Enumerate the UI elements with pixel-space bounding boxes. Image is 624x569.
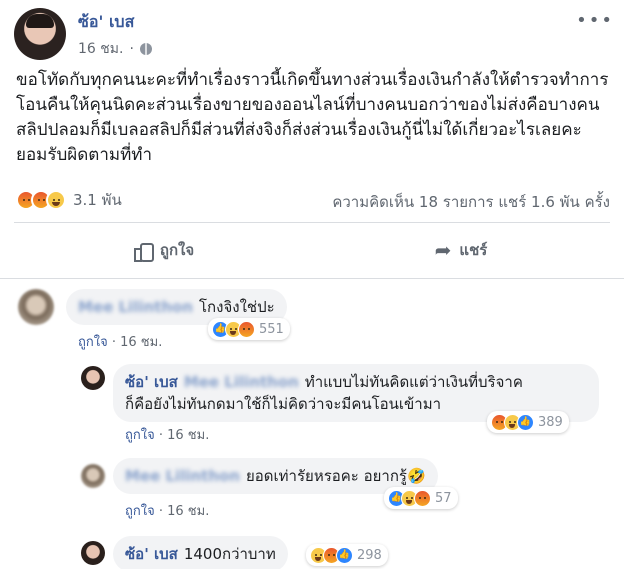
commenter-name[interactable]: Mee Lilinthon	[125, 467, 240, 485]
more-icon[interactable]: •••	[576, 10, 614, 31]
commenter-avatar[interactable]	[18, 289, 54, 325]
tagged-user[interactable]: Mee Lilinthon	[184, 373, 299, 391]
globe-icon	[139, 43, 152, 55]
post-stats[interactable]: ความคิดเห็น 18 รายการ แชร์ 1.6 พัน ครั้ง	[332, 190, 610, 214]
share-button[interactable]: ➦ แชร์	[312, 230, 610, 270]
like-label: ถูกใจ	[159, 241, 195, 259]
post-meta: 16 ชม. ·	[78, 38, 152, 60]
commenter-name[interactable]: Mee Lilinthon	[78, 298, 193, 316]
thumbs-up-icon	[132, 240, 154, 262]
commenter-name[interactable]: ซ้อ' เบส	[125, 545, 178, 563]
comment-reactions[interactable]: 👍 551	[208, 318, 290, 340]
divider	[0, 278, 624, 279]
post-reactions[interactable]: 3.1 พัน	[16, 190, 122, 210]
post-author[interactable]: ซ้อ' เบส	[78, 10, 134, 35]
comment-like-link[interactable]: ถูกใจ	[78, 335, 108, 350]
like-reaction-icon: 👍	[336, 546, 353, 564]
comment-actions: ถูกใจ · 16 ชม.	[125, 428, 210, 443]
commenter-avatar[interactable]	[81, 464, 105, 488]
comment-reactions[interactable]: 👍 389	[487, 411, 569, 433]
comment-text: โกงจิงใช่ปะ	[199, 298, 275, 316]
haha-reaction-icon	[46, 190, 66, 210]
commenter-name[interactable]: ซ้อ' เบส	[125, 373, 178, 391]
share-icon: ➦	[434, 238, 452, 262]
divider	[14, 222, 610, 223]
like-button[interactable]: ถูกใจ	[14, 230, 312, 270]
post-time[interactable]: 16 ชม.	[78, 38, 123, 60]
commenter-avatar[interactable]	[81, 541, 105, 565]
reaction-count: 389	[538, 414, 563, 430]
comment-text-line: ทำแบบไม่ทันคิดแต่ว่าเงินที่บริจาค	[304, 373, 523, 391]
comment-actions: ถูกใจ · 16 ชม.	[78, 335, 163, 350]
commenter-avatar[interactable]	[81, 366, 105, 390]
comment-reactions[interactable]: 👍 57	[384, 487, 458, 509]
reaction-count[interactable]: 3.1 พัน	[73, 188, 122, 212]
like-reaction-icon: 👍	[517, 413, 534, 431]
comment-time[interactable]: 16 ชม.	[167, 428, 209, 443]
reaction-count: 298	[357, 547, 382, 563]
comment-actions: ถูกใจ · 16 ชม.	[125, 504, 210, 519]
comment-like-link[interactable]: ถูกใจ	[125, 504, 155, 519]
comment-text-line: ก็คือยังไม่ทันกดมาใช้ก็ไม่คิดว่าจะมีคนโอ…	[125, 395, 442, 413]
comment-text: 1400กว่าบาท	[183, 545, 276, 563]
facebook-post: ซ้อ' เบส 16 ชม. · ••• ขอโทัดกับทุกคนนะคะ…	[0, 0, 624, 569]
comment-time[interactable]: 16 ชม.	[120, 335, 162, 350]
comment-like-link[interactable]: ถูกใจ	[125, 428, 155, 443]
reaction-count: 57	[435, 490, 452, 506]
reaction-count: 551	[259, 321, 284, 337]
comment-reactions[interactable]: 👍 298	[306, 544, 388, 566]
comment-time[interactable]: 16 ชม.	[167, 504, 209, 519]
post-actions: ถูกใจ ➦ แชร์	[14, 230, 610, 270]
author-avatar[interactable]	[14, 8, 66, 60]
angry-reaction-icon	[414, 489, 431, 507]
post-text: ขอโทัดกับทุกคนนะคะที่ทำเรื่องราวนี้เกิดข…	[16, 70, 609, 165]
share-label: แชร์	[459, 241, 488, 259]
angry-reaction-icon	[238, 320, 255, 338]
comment-bubble: ซ้อ' เบส 1400กว่าบาท	[113, 536, 288, 569]
comment-text: ยอดเท่ารัยหรอคะ อยากรู้🤣	[246, 467, 426, 485]
